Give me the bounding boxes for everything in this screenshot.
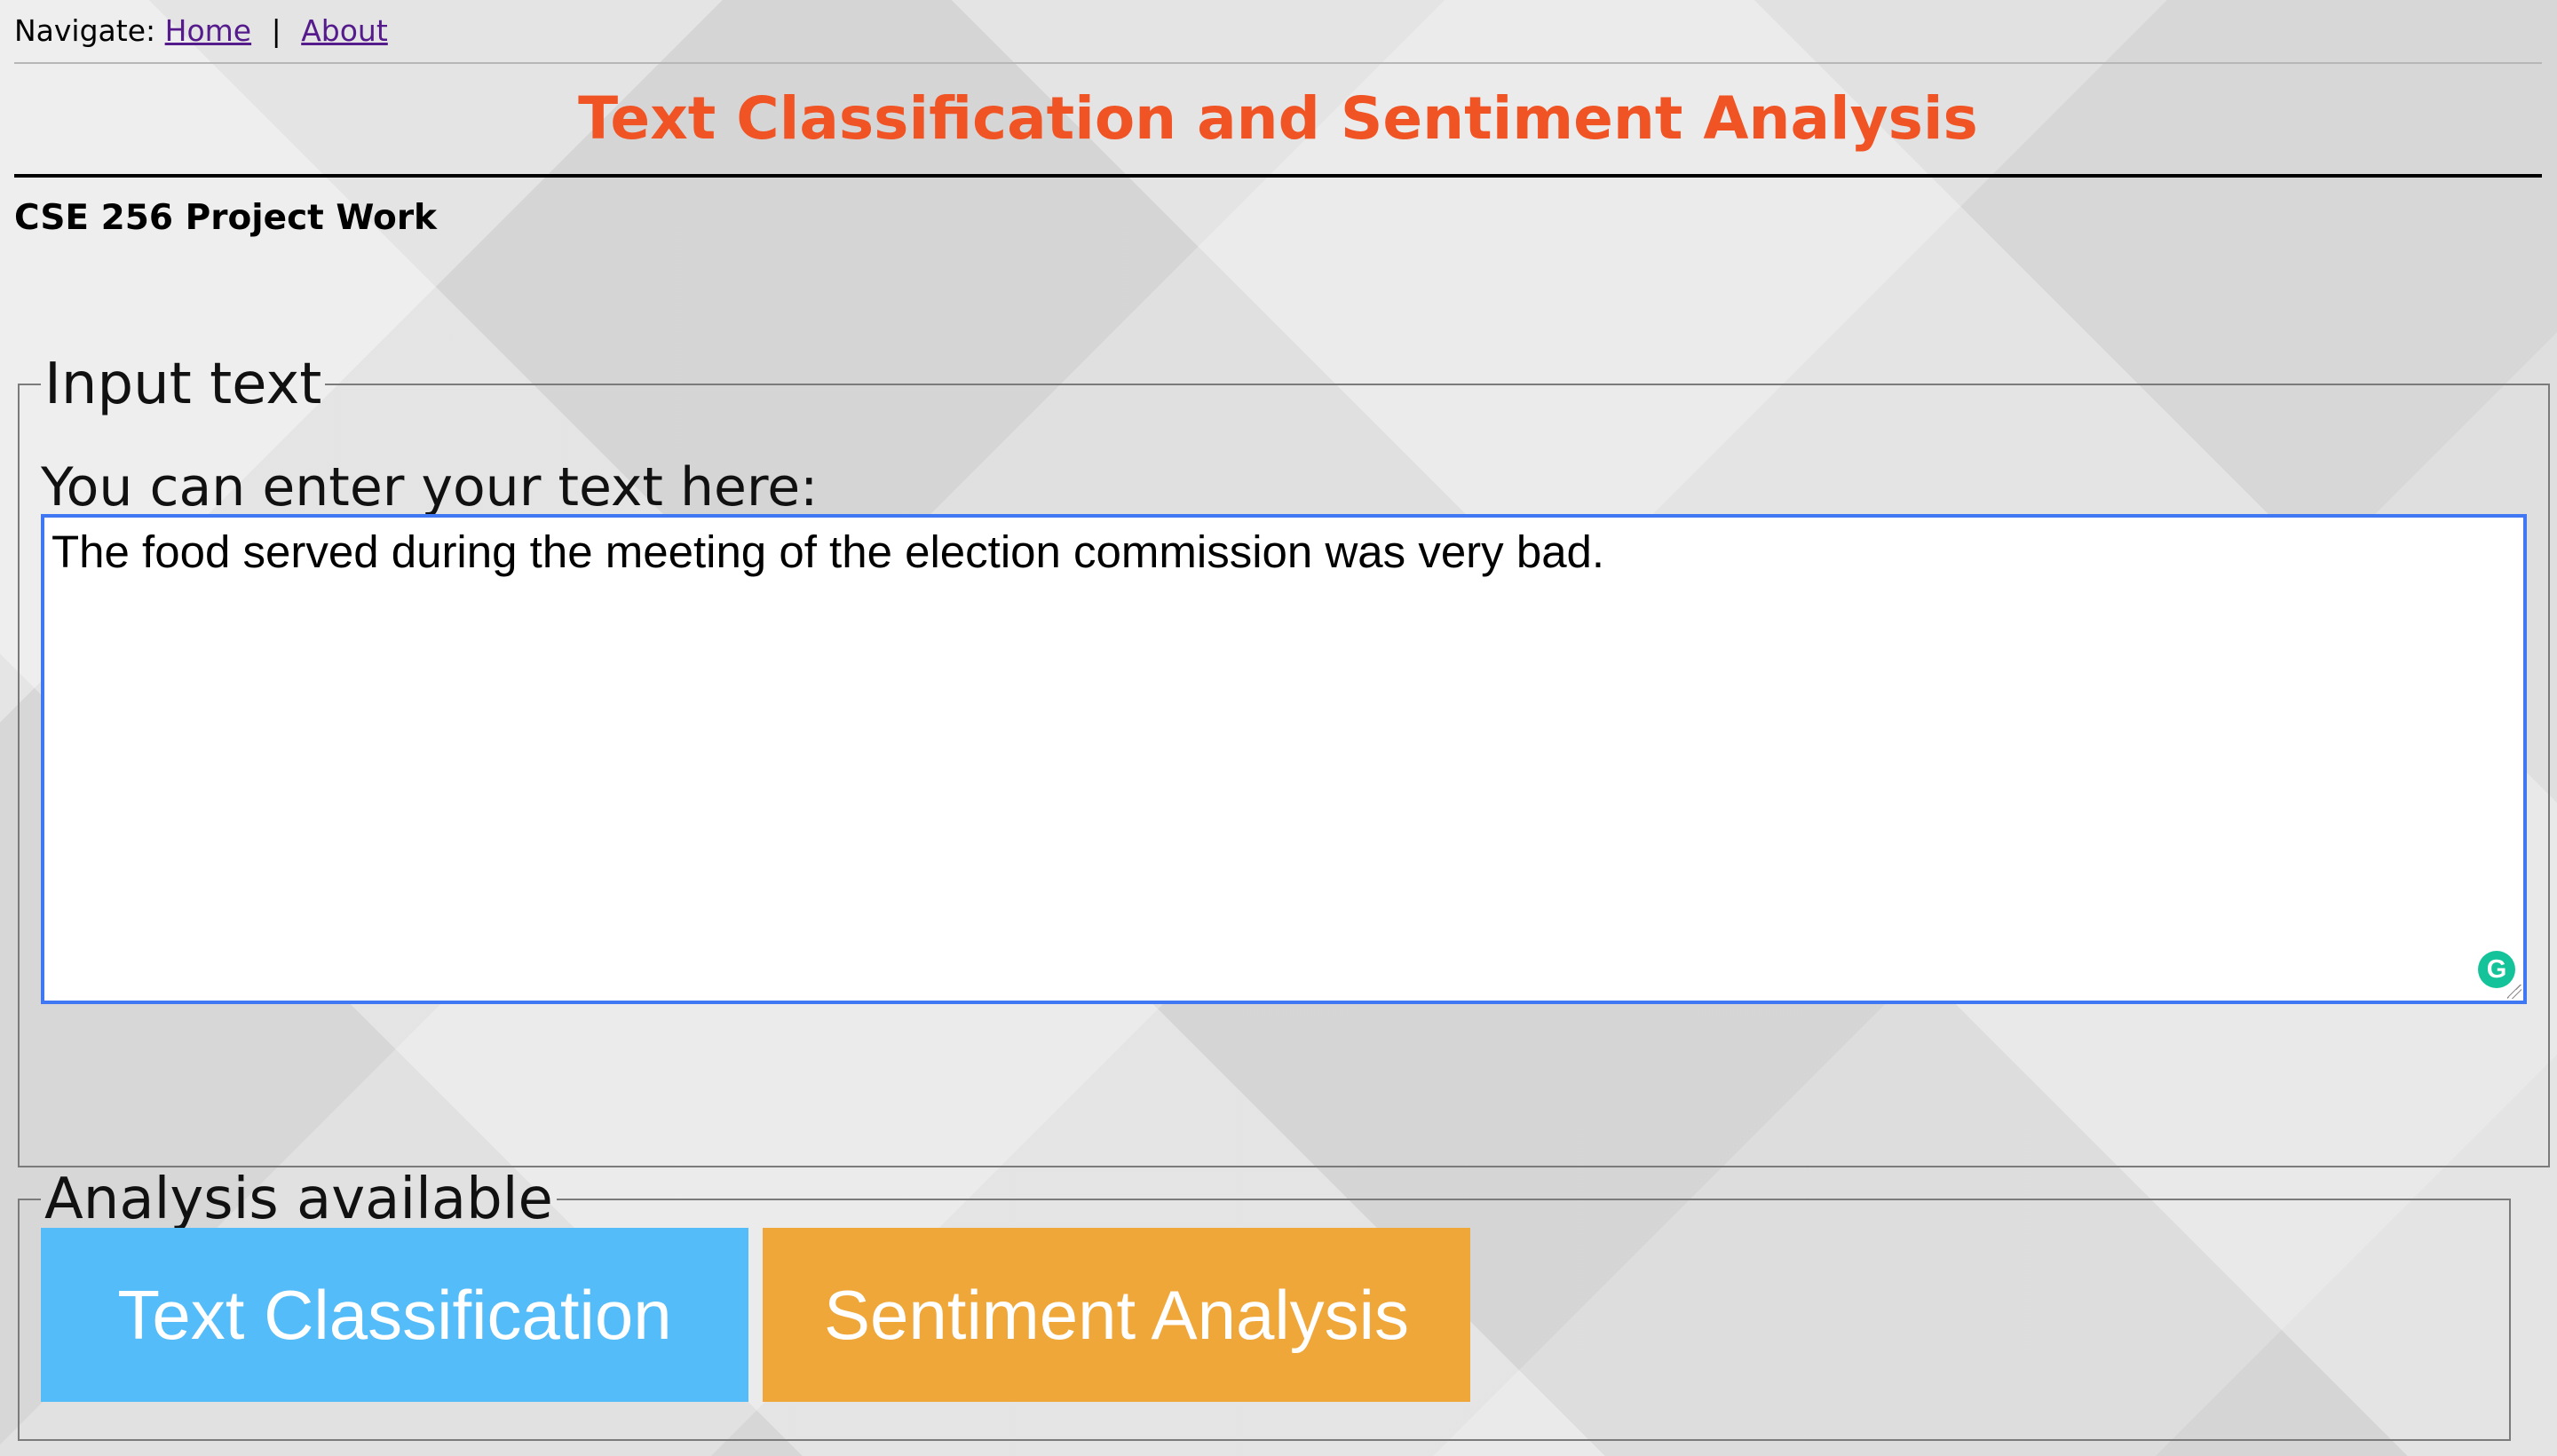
- grammar-assistant-icon[interactable]: G: [2478, 951, 2515, 988]
- text-input-wrapper: G: [41, 514, 2527, 1004]
- analysis-available-legend: Analysis available: [44, 1167, 553, 1232]
- page: Navigate: Home | About Text Classificati…: [14, 0, 2550, 1456]
- navigation-separator: |: [271, 13, 281, 48]
- resize-handle-icon[interactable]: [2507, 985, 2521, 999]
- sentiment-analysis-button[interactable]: Sentiment Analysis: [763, 1228, 1470, 1402]
- about-link[interactable]: About: [301, 13, 388, 48]
- text-classification-button[interactable]: Text Classification: [41, 1228, 748, 1402]
- text-input-label: You can enter your text here:: [41, 456, 819, 518]
- page-title: Text Classification and Sentiment Analys…: [14, 64, 2542, 178]
- input-text-legend: Input text: [44, 352, 322, 417]
- analysis-buttons: Text Classification Sentiment Analysis: [41, 1228, 2488, 1402]
- input-text-fieldset: Input text You can enter your text here:…: [18, 356, 2550, 1167]
- project-subtitle: CSE 256 Project Work: [14, 198, 437, 238]
- text-input[interactable]: [41, 514, 2527, 1004]
- navigation-label: Navigate:: [14, 13, 156, 48]
- top-navigation: Navigate: Home | About: [14, 0, 2542, 64]
- analysis-available-fieldset: Analysis available Text Classification S…: [18, 1171, 2511, 1441]
- home-link[interactable]: Home: [165, 13, 251, 48]
